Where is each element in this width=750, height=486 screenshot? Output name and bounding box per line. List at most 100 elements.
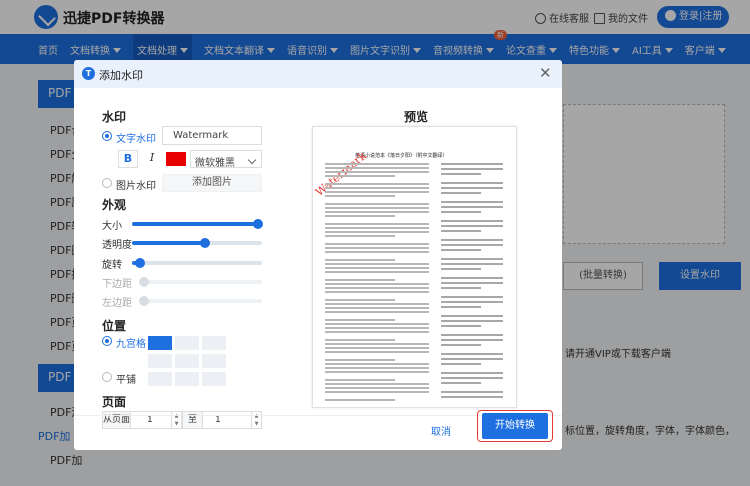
bottom-margin-label: 下边距 [102, 279, 132, 290]
dialog-header: T 添加水印 ✕ [74, 60, 562, 88]
preview-text-line [325, 319, 395, 321]
preview-text-line [325, 283, 429, 285]
preview-text-line [325, 343, 429, 345]
preview-text-line [325, 307, 429, 309]
rotation-slider[interactable] [132, 258, 262, 268]
grid-cell-middle-right[interactable] [202, 354, 226, 368]
preview-text-line [325, 223, 429, 225]
grid-position-radio[interactable] [102, 336, 112, 346]
italic-button[interactable]: I [142, 150, 162, 168]
preview-text-line [441, 230, 481, 232]
grid-cell-bottom-left[interactable] [148, 372, 172, 386]
close-icon[interactable]: ✕ [539, 65, 552, 81]
chevron-down-icon [247, 155, 257, 165]
grid-cell-center[interactable] [175, 354, 199, 368]
preview-text-line [325, 247, 429, 249]
preview-text-line [441, 396, 503, 398]
preview-text-line [325, 371, 429, 373]
add-image-button[interactable]: 添加图片 [162, 174, 262, 192]
start-convert-button[interactable]: 开始转换 [482, 413, 548, 439]
preview-text-line [441, 382, 481, 384]
preview-text-line [441, 249, 481, 251]
left-margin-handle[interactable] [138, 296, 149, 306]
preview-text-line [441, 306, 481, 308]
preview-text-line [441, 187, 503, 189]
text-watermark-radio[interactable] [102, 131, 112, 141]
section-watermark: 水印 [102, 110, 127, 124]
rotation-slider-handle[interactable] [134, 258, 145, 268]
preview-text-line [325, 187, 429, 189]
grid-cell-bottom-right[interactable] [202, 372, 226, 386]
preview-text-line [441, 206, 503, 208]
grid-cell-top-center[interactable] [175, 336, 199, 350]
size-slider-handle[interactable] [253, 219, 264, 229]
preview-text-line [325, 367, 429, 369]
grid-cell-top-left[interactable] [148, 336, 172, 350]
preview-text-line [325, 347, 429, 349]
section-appearance: 外观 [102, 198, 127, 212]
section-position: 位置 [102, 319, 127, 333]
preview-text-line [441, 277, 503, 279]
preview-text-line [325, 195, 395, 197]
preview-text-line [325, 191, 429, 193]
tile-position-label: 平铺 [116, 375, 136, 386]
preview-text-line [441, 225, 503, 227]
preview-text-line [325, 339, 395, 341]
preview-text-line [325, 183, 429, 185]
preview-text-line [325, 363, 429, 365]
preview-text-line [441, 282, 503, 284]
grid-cell-bottom-center[interactable] [175, 372, 199, 386]
preview-text-line [441, 358, 503, 360]
preview-text-line [325, 175, 395, 177]
preview-text-line [325, 263, 429, 265]
preview-text-line [325, 235, 395, 237]
left-margin-slider[interactable] [138, 296, 262, 306]
bold-button[interactable]: B [118, 150, 138, 168]
opacity-slider-fill [132, 241, 205, 245]
opacity-slider[interactable] [132, 238, 262, 248]
preview-text-line [325, 207, 429, 209]
preview-text-line [325, 291, 429, 293]
preview-text-line [325, 243, 429, 245]
size-slider[interactable] [132, 219, 264, 229]
opacity-slider-handle[interactable] [199, 238, 210, 248]
preview-text-line [441, 244, 503, 246]
preview-text-line [325, 167, 429, 169]
preview-text-line [325, 399, 395, 401]
preview-text-line [325, 327, 429, 329]
font-select[interactable]: 微软雅黑 [190, 150, 262, 169]
grid-cell-middle-left[interactable] [148, 354, 172, 368]
preview-text-line [441, 201, 503, 203]
font-select-value: 微软雅黑 [195, 158, 235, 169]
dialog-title: 添加水印 [99, 69, 143, 82]
preview-text-line [441, 344, 481, 346]
grid-position-label: 九宫格 [116, 339, 146, 350]
preview-text-line [441, 372, 503, 374]
watermark-text-input[interactable]: Watermark [162, 126, 262, 145]
preview-text-line [325, 163, 429, 165]
bottom-margin-slider[interactable] [138, 277, 262, 287]
preview-text-line [325, 287, 429, 289]
preview-text-line [325, 391, 429, 393]
preview-text-line [441, 192, 481, 194]
preview-text-line [441, 168, 503, 170]
preview-text-line [441, 391, 503, 393]
bottom-margin-handle[interactable] [138, 277, 149, 287]
grid-cell-top-right[interactable] [202, 336, 226, 350]
preview-text-line [441, 339, 503, 341]
cancel-button[interactable]: 取消 [396, 420, 486, 446]
preview-text-line [325, 227, 429, 229]
preview-text-line [441, 263, 503, 265]
preview-text-line [441, 320, 503, 322]
preview-text-line [325, 215, 395, 217]
preview-text-line [325, 211, 429, 213]
color-swatch[interactable] [166, 152, 186, 166]
section-pages: 页面 [102, 395, 127, 409]
preview-doc-title: 英语小说范本《落日夕阳》（附中文翻译） [355, 153, 448, 159]
size-slider-fill [132, 222, 259, 226]
image-watermark-radio[interactable] [102, 178, 112, 188]
preview-text-line [325, 383, 429, 385]
tile-position-radio[interactable] [102, 372, 112, 382]
text-watermark-label: 文字水印 [116, 134, 156, 145]
preview-text-line [441, 353, 503, 355]
